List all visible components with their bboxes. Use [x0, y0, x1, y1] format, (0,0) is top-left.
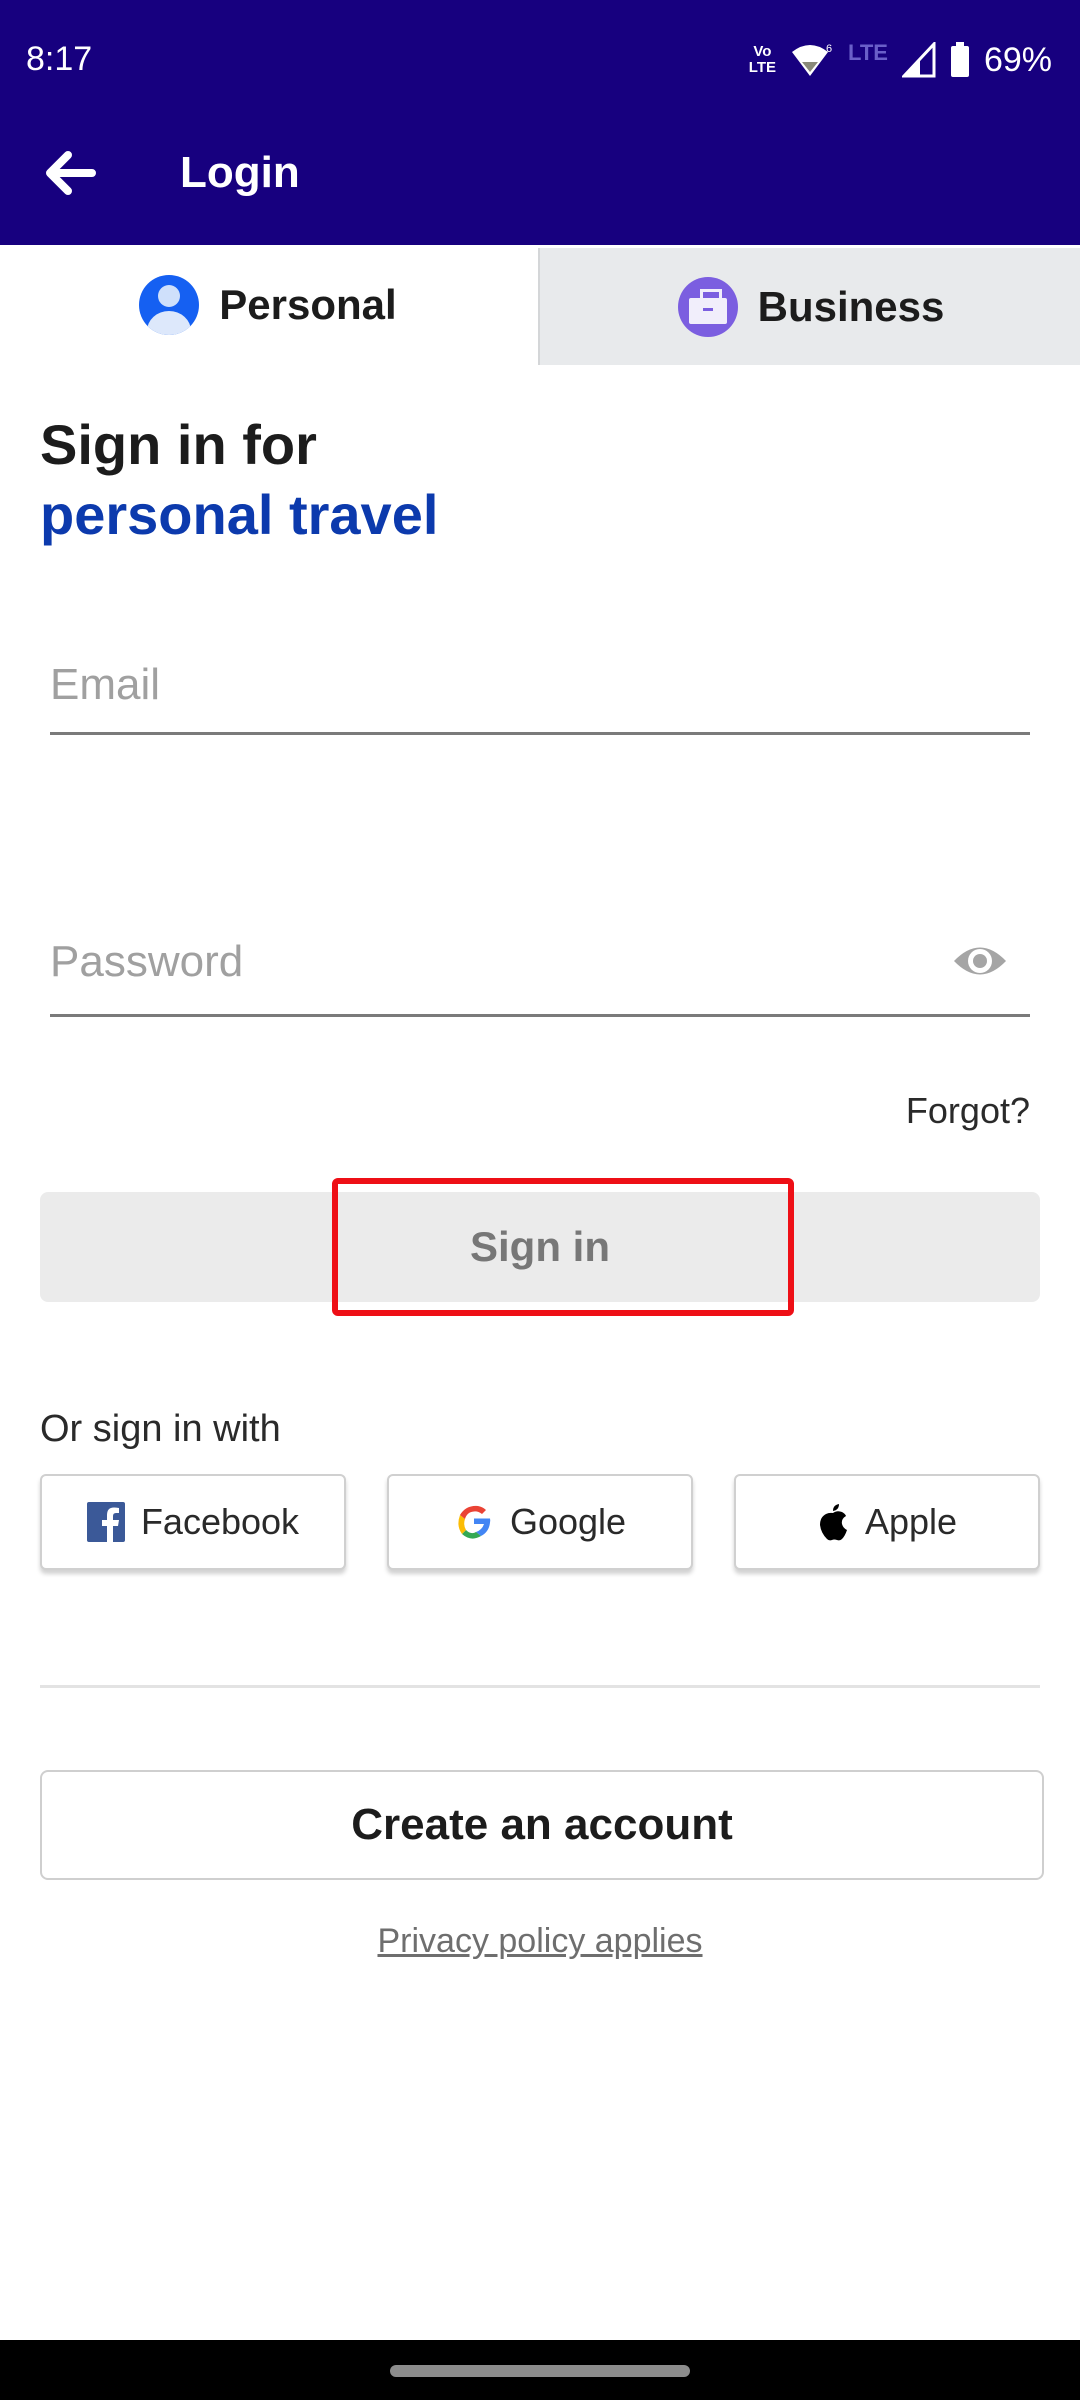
privacy-policy-container: Privacy policy applies — [0, 1922, 1080, 1961]
volte-bottom: LTE — [748, 59, 777, 76]
facebook-icon — [86, 1502, 125, 1542]
page-title: Login — [180, 148, 300, 197]
email-field[interactable] — [50, 650, 1030, 735]
app-header — [0, 0, 1080, 245]
home-gesture-handle[interactable] — [390, 2365, 690, 2377]
create-account-label: Create an account — [351, 1800, 733, 1849]
tab-label: Personal — [219, 281, 397, 328]
facebook-button[interactable]: Facebook — [40, 1474, 346, 1570]
arrow-left-icon[interactable] — [42, 145, 98, 201]
tab-label: Business — [757, 282, 945, 330]
status-time: 8:17 — [26, 40, 93, 78]
battery-percent: 69% — [983, 40, 1052, 79]
signal-icon — [901, 42, 936, 78]
person-icon — [139, 275, 200, 335]
tab-business[interactable]: Business — [538, 248, 1080, 365]
eye-icon[interactable] — [950, 938, 1010, 984]
apple-icon — [819, 1504, 847, 1541]
forgot-password-link[interactable]: Forgot? — [906, 1090, 1030, 1132]
create-account-button[interactable]: Create an account — [40, 1770, 1044, 1880]
lte-icon: LTE — [848, 40, 888, 65]
google-label: Google — [509, 1501, 627, 1542]
heading-subtitle: personal travel — [40, 483, 439, 546]
password-field[interactable] — [50, 922, 1030, 1017]
svg-text:6: 6 — [826, 43, 832, 55]
sign-in-button[interactable]: Sign in — [40, 1192, 1040, 1302]
briefcase-icon — [677, 276, 738, 337]
battery-icon — [950, 42, 969, 77]
tab-personal[interactable]: Personal — [0, 245, 536, 365]
google-icon — [458, 1505, 491, 1539]
volte-top: Vo — [753, 43, 772, 60]
privacy-policy-link[interactable]: Privacy policy applies — [377, 1922, 702, 1960]
apple-button[interactable]: Apple — [734, 1474, 1040, 1570]
apple-label: Apple — [864, 1501, 958, 1542]
heading-title: Sign in for — [40, 413, 317, 476]
google-button[interactable]: Google — [387, 1474, 693, 1570]
facebook-label: Facebook — [140, 1501, 300, 1542]
status-icons: Vo LTE 6 LTE 69% — [749, 40, 1052, 80]
social-sign-in-label: Or sign in with — [40, 1408, 281, 1450]
volte-icon: Vo LTE — [749, 44, 776, 76]
wifi-icon: 6 — [792, 43, 832, 76]
divider — [40, 1685, 1040, 1688]
